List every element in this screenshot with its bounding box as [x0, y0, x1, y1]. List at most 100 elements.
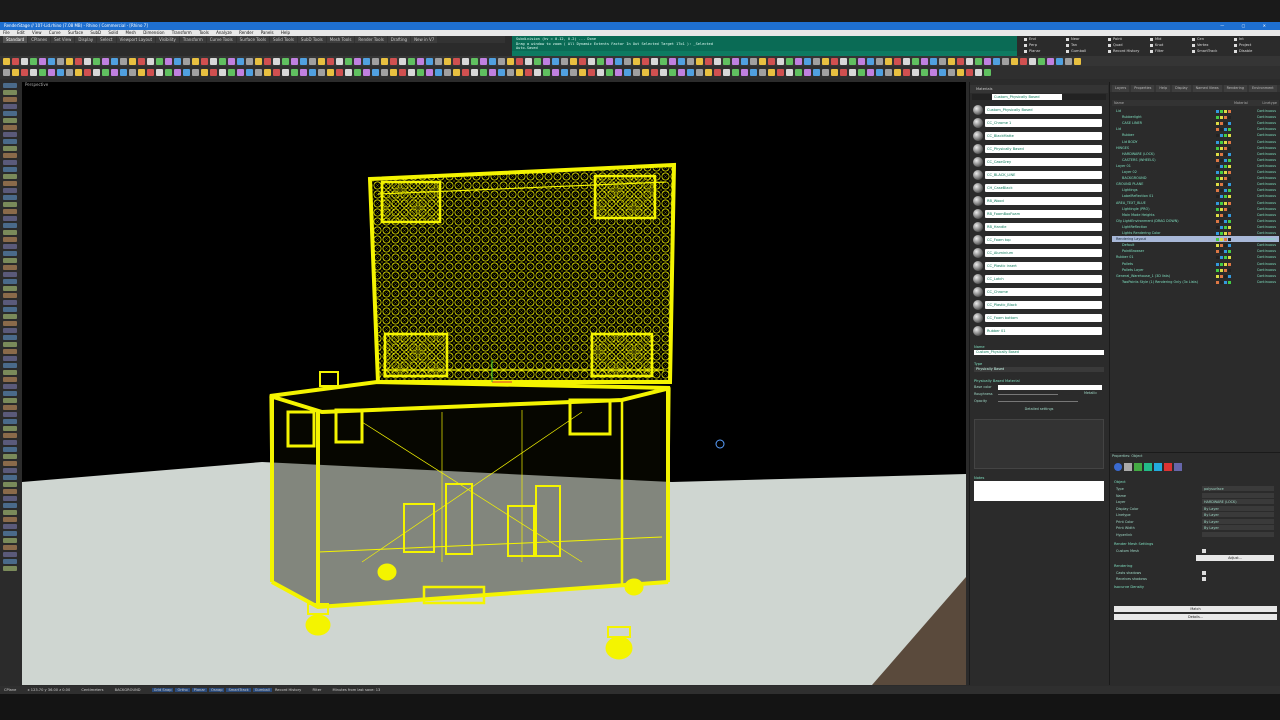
lock-icon[interactable] — [1220, 116, 1223, 120]
layer-state-icons[interactable] — [1216, 225, 1236, 229]
toolbar-tool-icon[interactable] — [930, 57, 937, 65]
planar-toggle[interactable]: Planar — [191, 688, 208, 692]
toolbar-tool-icon[interactable] — [516, 69, 523, 76]
layer-row[interactable]: Layer 01 Continuous — [1112, 163, 1279, 169]
toolbar-tool-icon[interactable] — [93, 69, 100, 76]
material-swatch-icon[interactable] — [1228, 110, 1231, 113]
toolbar-tool-icon[interactable] — [930, 69, 937, 76]
toolbar-tool-icon[interactable] — [1011, 57, 1018, 65]
material-item[interactable]: CC_Foam bottom — [972, 312, 1106, 324]
material-item[interactable]: Rubber 01 — [972, 325, 1106, 337]
osnap-mid[interactable]: Mid — [1150, 37, 1192, 41]
smarttrack-toggle[interactable]: SmartTrack — [226, 688, 251, 692]
toolbar-tool-icon[interactable] — [903, 57, 910, 65]
toolbar-tool-icon[interactable] — [660, 57, 667, 65]
lock-icon[interactable] — [1220, 189, 1223, 193]
lock-icon[interactable] — [1220, 225, 1223, 229]
layer-linetype[interactable]: Continuous — [1257, 261, 1276, 267]
osnap-planar[interactable]: Planar — [1024, 49, 1066, 53]
palette-tool-icon[interactable] — [3, 118, 17, 123]
osnap-knot[interactable]: Knot — [1150, 43, 1192, 47]
visibility-icon[interactable] — [1216, 225, 1219, 229]
toolbar-tool-icon[interactable] — [948, 57, 955, 65]
toolbar-tool-icon[interactable] — [219, 69, 226, 76]
visibility-icon[interactable] — [1216, 262, 1219, 266]
toolbar-tool-icon[interactable] — [462, 69, 469, 76]
record-history-toggle[interactable]: Record History — [275, 688, 301, 692]
lock-icon[interactable] — [1220, 195, 1223, 199]
palette-tool-icon[interactable] — [3, 307, 17, 312]
toolbar-tool-icon[interactable] — [264, 69, 271, 76]
tab-layers[interactable]: Layers — [1112, 85, 1130, 92]
detailed-settings-link[interactable]: Detailed settings — [974, 407, 1104, 411]
layer-row[interactable]: Lid Continuous — [1112, 108, 1279, 114]
layer-state-icons[interactable] — [1216, 237, 1236, 242]
material-swatch-icon[interactable] — [1228, 183, 1231, 187]
visibility-icon[interactable] — [1216, 232, 1219, 235]
material-item[interactable]: CH_CaseBlack — [972, 182, 1106, 194]
palette-tool-icon[interactable] — [3, 188, 17, 193]
visibility-icon[interactable] — [1216, 256, 1219, 260]
toolbar-tool-icon[interactable] — [948, 69, 955, 76]
visibility-icon[interactable] — [1216, 128, 1219, 132]
palette-tool-icon[interactable] — [3, 482, 17, 487]
visibility-icon[interactable] — [1216, 280, 1219, 284]
color-swatch-icon[interactable] — [1224, 171, 1227, 174]
tab-visibility[interactable]: Visibility — [156, 36, 179, 43]
palette-tool-icon[interactable] — [3, 531, 17, 536]
palette-tool-icon[interactable] — [3, 216, 17, 221]
palette-tool-icon[interactable] — [3, 153, 17, 158]
toolbar-tool-icon[interactable] — [912, 69, 919, 76]
toolbar-tool-icon[interactable] — [705, 69, 712, 76]
palette-tool-icon[interactable] — [3, 468, 17, 473]
lock-icon[interactable] — [1220, 164, 1223, 168]
toolbar-tool-icon[interactable] — [237, 57, 244, 65]
menu-mesh[interactable]: Mesh — [125, 30, 136, 35]
toolbar-tool-icon[interactable] — [678, 69, 685, 76]
tab-set-view[interactable]: Set View — [51, 36, 75, 43]
layer-linetype[interactable]: Continuous — [1257, 242, 1276, 248]
palette-tool-icon[interactable] — [3, 321, 17, 326]
col-linetype[interactable]: Linetype — [1262, 100, 1277, 106]
osnap-perp[interactable]: Perp — [1024, 43, 1066, 47]
osnap-quad[interactable]: Quad — [1108, 43, 1150, 47]
palette-tool-icon[interactable] — [3, 258, 17, 263]
curve-icon[interactable] — [1174, 463, 1182, 471]
material-item[interactable]: RB_FoamBoxFoam — [972, 208, 1106, 220]
visibility-icon[interactable] — [1216, 189, 1219, 193]
toolbar-tool-icon[interactable] — [1020, 57, 1027, 65]
toolbar-tool-icon[interactable] — [273, 69, 280, 76]
menu-solid[interactable]: Solid — [108, 30, 118, 35]
toolbar-tool-icon[interactable] — [570, 69, 577, 76]
layer-linetype[interactable]: Continuous — [1257, 157, 1276, 163]
toolbar-tool-icon[interactable] — [246, 57, 253, 65]
toolbar-tool-icon[interactable] — [309, 69, 316, 76]
color-swatch-icon[interactable] — [1224, 213, 1227, 217]
toolbar-tool-icon[interactable] — [543, 57, 550, 65]
palette-tool-icon[interactable] — [3, 349, 17, 354]
layer-state-icons[interactable] — [1216, 280, 1236, 284]
toolbar-tool-icon[interactable] — [381, 57, 388, 65]
toolbar-tool-icon[interactable] — [354, 69, 361, 76]
color-swatch-icon[interactable] — [1224, 152, 1227, 156]
layer-linetype[interactable]: Continuous — [1257, 145, 1276, 151]
toolbar-tool-icon[interactable] — [48, 69, 55, 76]
toolbar-tool-icon[interactable] — [408, 57, 415, 65]
ortho-toggle[interactable]: Ortho — [175, 688, 190, 692]
tab-environment[interactable]: Environment — [1248, 85, 1277, 92]
toolbar-tool-icon[interactable] — [570, 57, 577, 65]
color-swatch-icon[interactable] — [1224, 250, 1227, 254]
color-swatch-icon[interactable] — [1224, 134, 1227, 138]
osnap-toggle[interactable]: Osnap — [209, 688, 225, 692]
toolbar-tool-icon[interactable] — [156, 57, 163, 65]
layer-row[interactable]: General_Warehouse_1 (3D lists) Continuous — [1112, 273, 1279, 279]
palette-tool-icon[interactable] — [3, 181, 17, 186]
palette-tool-icon[interactable] — [3, 475, 17, 480]
toolbar-tool-icon[interactable] — [471, 57, 478, 65]
lock-icon[interactable] — [1220, 110, 1223, 113]
toolbar-tool-icon[interactable] — [30, 69, 37, 76]
layer-linetype[interactable]: Continuous — [1257, 187, 1276, 193]
palette-tool-icon[interactable] — [3, 503, 17, 508]
menu-analyze[interactable]: Analyze — [216, 30, 232, 35]
osnap-record-history[interactable]: Record History — [1108, 49, 1150, 53]
